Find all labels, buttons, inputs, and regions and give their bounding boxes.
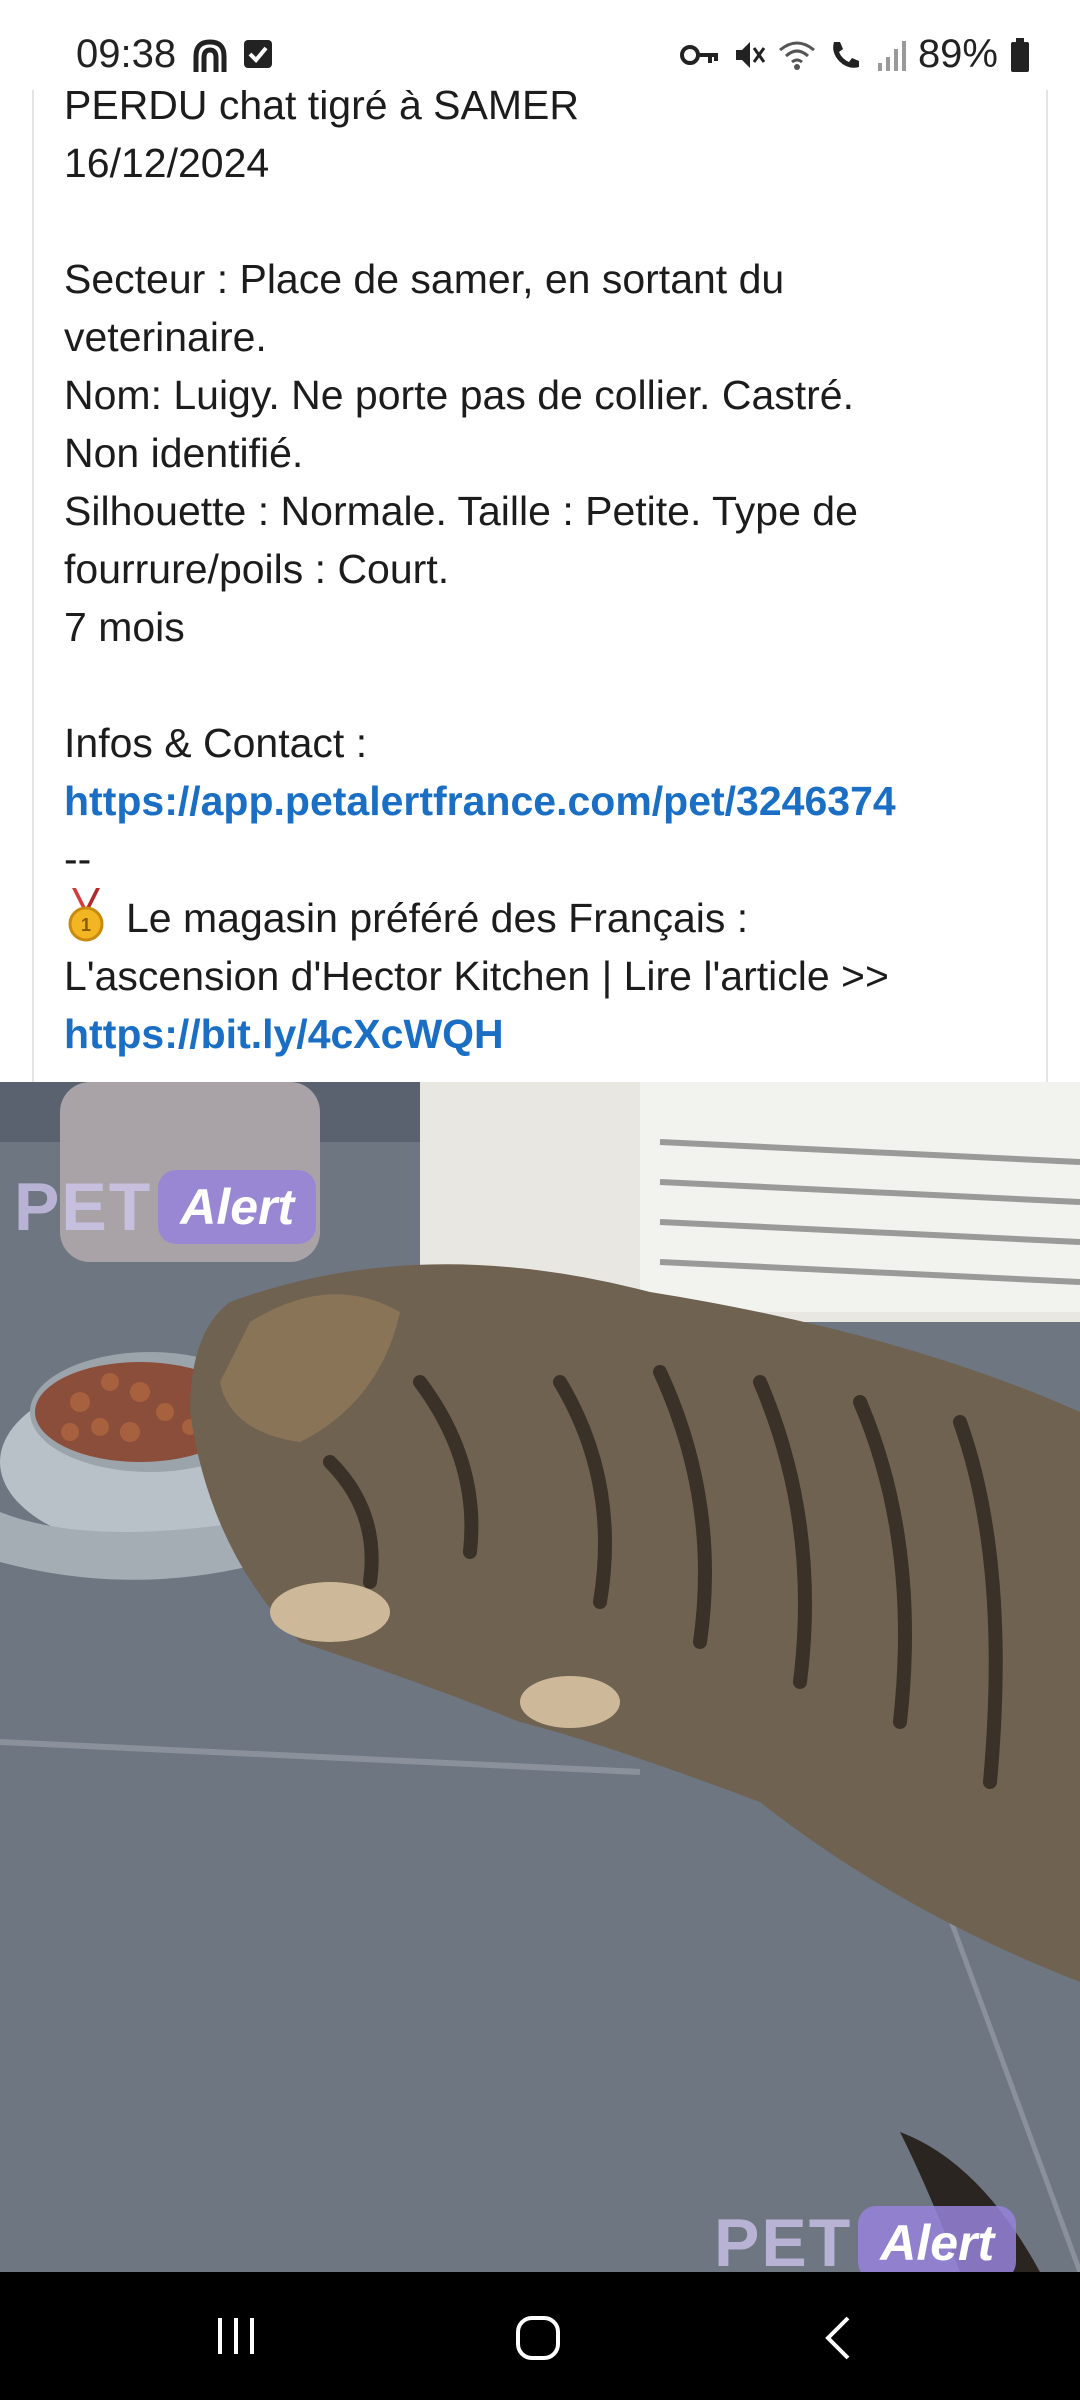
promo-link[interactable]: https://bit.ly/4cXcWQH (64, 1005, 1024, 1063)
tabby-cat-photo[interactable]: PET Alert PET Alert (0, 1082, 1080, 2272)
key-icon (679, 44, 718, 65)
pet-alert-watermark: PET Alert (14, 1168, 317, 1246)
post-line: fourrure/poils : Court. (64, 546, 450, 592)
post-line: Nom: Luigy. Ne porte pas de collier. Cas… (64, 372, 854, 418)
watermark-alert: Alert (158, 1170, 317, 1244)
promo-line: 1 Le magasin préféré des Français : (64, 888, 1024, 947)
post-line: Silhouette : Normale. Taille : Petite. T… (64, 488, 858, 534)
post-line: Infos & Contact : (64, 720, 368, 766)
post-line: Secteur : Place de samer, en sortant du (64, 256, 785, 302)
status-bar: 09:38 89% (0, 0, 1080, 90)
post-line: Non identifié. (64, 430, 304, 476)
post-date: 16/12/2024 (64, 140, 270, 186)
status-left-icons (192, 38, 274, 74)
mute-icon (735, 41, 766, 68)
wifi-icon (778, 41, 815, 70)
post-text: PERDU chat tigré à SAMER 16/12/2024 Sect… (64, 76, 1024, 1063)
svg-text:1: 1 (81, 915, 91, 935)
post-line: veterinaire. (64, 314, 267, 360)
back-icon[interactable] (818, 2312, 858, 2364)
status-time: 09:38 (76, 32, 177, 76)
battery-icon (1011, 37, 1029, 72)
watermark-pet: PET (14, 1169, 153, 1245)
recent-apps-icon[interactable] (212, 2312, 260, 2360)
status-right: 89% (679, 32, 1030, 77)
checkbox-icon (244, 40, 272, 68)
wifi-call-icon (833, 41, 859, 68)
watermark-alert-2: Alert (858, 2206, 1017, 2272)
pet-alert-watermark-bottom: PET Alert (714, 2204, 1017, 2272)
navigation-bar (0, 2272, 1080, 2400)
post-line: 7 mois (64, 604, 185, 650)
signal-icon (877, 40, 906, 71)
tabby-cat-eating-photo-icon (0, 1082, 1080, 2272)
notification-icon (193, 39, 227, 72)
promo-text: Le magasin préféré des Français : (126, 895, 749, 941)
battery-percent: 89% (917, 32, 998, 76)
medal-icon: 1 (68, 888, 104, 942)
promo-line-2: L'ascension d'Hector Kitchen | Lire l'ar… (64, 953, 889, 999)
separator: -- (64, 836, 92, 882)
watermark-pet-2: PET (714, 2205, 853, 2272)
info-link[interactable]: https://app.petalertfrance.com/pet/32463… (64, 772, 1024, 830)
post-blank-line (64, 656, 1024, 714)
post-blank-line (64, 192, 1024, 250)
home-icon[interactable] (512, 2312, 564, 2364)
